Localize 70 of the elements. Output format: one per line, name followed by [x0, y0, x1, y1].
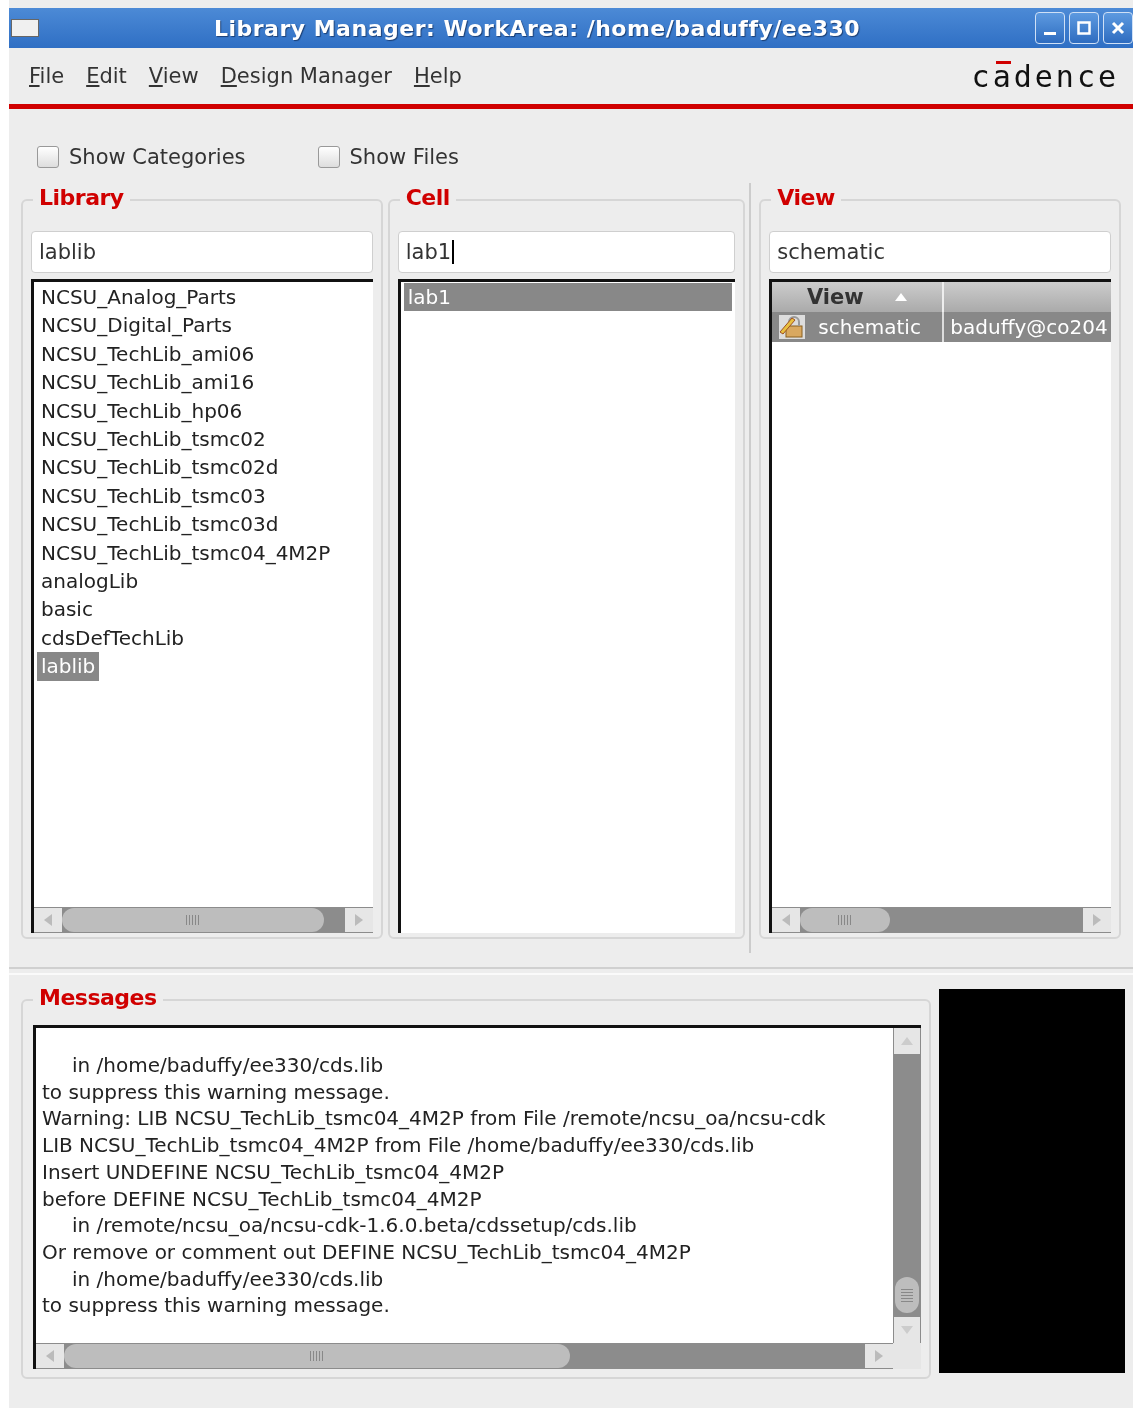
horizontal-scrollbar[interactable]: [36, 1343, 894, 1369]
log-line: Insert UNDEFINE NCSU_TechLib_tsmc04_4M2P: [42, 1158, 506, 1186]
menu-item[interactable]: Edit: [86, 64, 127, 88]
scroll-up-arrow-icon[interactable]: [893, 292, 908, 302]
checkbox[interactable]: [317, 146, 340, 168]
log-line: to suppress this warning message.: [42, 1292, 391, 1320]
log-line: to suppress this warning message.: [42, 1078, 391, 1106]
log-line: Warning: LIB NCSU_TechLib_tsmc04_4M2P from File /remote/ncsu_oa/ncsu-cdk: [42, 1105, 827, 1133]
list-item[interactable]: NCSU_TechLib_tsmc03d: [37, 510, 283, 539]
log-line: in /home/baduffy/ee330/cds.lib: [71, 1052, 385, 1079]
log-line: in /remote/ncsu_oa/ncsu-cdk-1.6.0.beta/cdssetup/cds.lib: [71, 1212, 638, 1239]
table-row[interactable]: schematic baduffy@co204: [772, 312, 1111, 342]
list-item[interactable]: NCSU_TechLib_ami06: [37, 339, 259, 369]
log-line: before DEFINE NCSU_TechLib_tsmc04_4M2P: [42, 1185, 483, 1213]
table-cell: schematic: [772, 312, 945, 342]
list-item[interactable]: NCSU_TechLib_ami16: [37, 368, 259, 397]
log-line: LIB NCSU_TechLib_tsmc04_4M2P from File /home/baduffy/ee330/cds.lib: [42, 1132, 756, 1159]
log-line: in /home/baduffy/ee330/cds.lib: [71, 1265, 385, 1293]
grip-icon: [185, 915, 201, 925]
list-item[interactable]: NCSU_Digital_Parts: [37, 311, 237, 340]
pencil-lock-icon: [778, 314, 807, 340]
list-item[interactable]: NCSU_TechLib_hp06: [37, 396, 247, 426]
maximize-button[interactable]: [1069, 12, 1099, 44]
scroll-right-arrow-icon[interactable]: [874, 1349, 885, 1363]
horizontal-scrollbar[interactable]: [34, 907, 373, 933]
scroll-left-arrow-icon[interactable]: [45, 1349, 55, 1363]
list-item[interactable]: NCSU_TechLib_tsmc04_4M2P: [37, 538, 335, 568]
minimize-button[interactable]: [1035, 12, 1065, 44]
list-item[interactable]: NCSU_TechLib_tsmc03: [37, 481, 270, 511]
list-item[interactable]: basic: [37, 595, 97, 624]
grip-icon: [837, 915, 854, 925]
scroll-down-arrow-icon[interactable]: [900, 1325, 915, 1335]
maximize-icon: [1077, 21, 1091, 35]
scroll-left-arrow-icon[interactable]: [43, 913, 53, 927]
view-input-field[interactable]: schematic: [769, 231, 1111, 273]
close-icon: [1111, 21, 1125, 35]
horizontal-scrollbar[interactable]: [772, 907, 1111, 933]
list-item[interactable]: NCSU_TechLib_tsmc02: [37, 425, 270, 454]
window-icon: [11, 19, 39, 37]
list-item[interactable]: analogLib: [37, 567, 143, 596]
scroll-up-arrow-icon[interactable]: [900, 1036, 915, 1046]
table-cell-text: baduffy@co204: [949, 314, 1108, 341]
list-item[interactable]: NCSU_TechLib_tsmc02d: [37, 453, 283, 482]
cell-input-field[interactable]: lab1: [397, 231, 736, 273]
scrollbar-thumb[interactable]: [800, 908, 891, 932]
menu-item[interactable]: View: [148, 64, 199, 88]
list-item[interactable]: cdsDefTechLib: [37, 623, 189, 653]
minimize-icon: [1044, 31, 1056, 35]
scroll-right-arrow-icon[interactable]: [1092, 913, 1102, 927]
checkbox-label: Show Files: [349, 145, 459, 169]
grip-icon: [901, 1288, 914, 1302]
scrollbar-thumb[interactable]: [62, 908, 324, 932]
scroll-right-arrow-icon[interactable]: [353, 913, 364, 927]
list-item[interactable]: lablib: [37, 652, 100, 681]
checkbox-label: Show Categories: [69, 145, 246, 169]
log-line: Or remove or comment out DEFINE NCSU_TechLib_tsmc04_4M2P: [42, 1238, 692, 1266]
scrollbar-thumb[interactable]: [895, 1277, 920, 1313]
close-button[interactable]: [1103, 12, 1133, 44]
checkbox[interactable]: [37, 146, 59, 168]
vertical-scrollbar[interactable]: [893, 1028, 922, 1343]
list-item[interactable]: lab1: [403, 283, 733, 312]
menu-item[interactable]: Design Manager: [220, 64, 392, 88]
menu-item[interactable]: File: [29, 64, 65, 88]
scroll-left-arrow-icon[interactable]: [781, 913, 792, 927]
list-item[interactable]: NCSU_Analog_Parts: [37, 283, 241, 312]
menu-item[interactable]: Help: [413, 64, 462, 88]
grip-icon: [309, 1351, 325, 1361]
scrollbar-thumb[interactable]: [64, 1344, 570, 1368]
window-title: Library Manager: WorkArea: /home/baduffy/ee330: [212, 15, 862, 41]
library-input-field[interactable]: lablib: [31, 231, 373, 273]
